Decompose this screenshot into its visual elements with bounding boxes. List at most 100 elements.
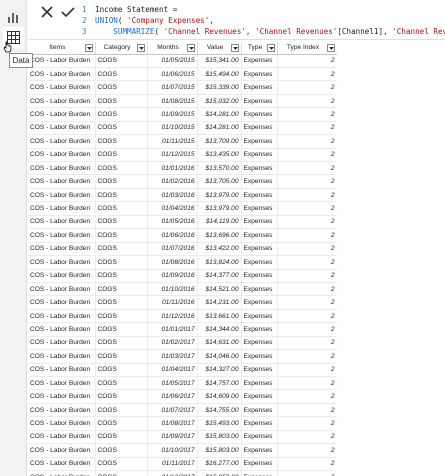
column-filter-button[interactable] bbox=[84, 44, 93, 52]
table-cell: 2 bbox=[277, 457, 337, 472]
table-cell: $14,609.00 bbox=[197, 389, 242, 404]
table-row[interactable]: COS - Labor Burden COGS 01/05/2017 $14,757.… bbox=[28, 376, 337, 391]
table-row[interactable]: COS - Labor Burden COGS 01/09/2015 $14,281.… bbox=[28, 107, 337, 122]
table-row[interactable]: COS - Labor Burden COGS 01/10/2017 $15,803.… bbox=[28, 443, 337, 458]
table-cell: 01/07/2015 bbox=[147, 80, 198, 95]
dax-formula-editor[interactable]: 1 Income Statement = 2 UNION( 'Company Expe… bbox=[82, 4, 445, 37]
table-cell: COGS bbox=[95, 470, 148, 476]
column-header[interactable]: Type bbox=[241, 42, 278, 55]
table-cell: 01/09/2016 bbox=[147, 269, 198, 283]
table-cell: 2 bbox=[277, 363, 337, 378]
table-row[interactable]: COS - Labor Burden COGS 01/09/2016 $14,377.… bbox=[28, 269, 337, 283]
commit-formula-button[interactable] bbox=[60, 5, 76, 19]
dax-text: ( bbox=[117, 16, 128, 25]
table-cell: COGS bbox=[95, 54, 148, 68]
table-row[interactable]: COS - Labor Burden COGS 01/01/2017 $14,344.… bbox=[28, 322, 337, 337]
table-row[interactable]: COS - Labor Burden COGS 01/03/2017 $14,046.… bbox=[28, 349, 337, 364]
table-row[interactable]: COS - Labor Burden COGS 01/03/2016 $13,979.… bbox=[28, 188, 337, 203]
column-header[interactable]: Items bbox=[28, 42, 96, 55]
table-cell: $14,521.00 bbox=[197, 282, 242, 297]
table-cell: 2 bbox=[277, 322, 337, 337]
table-row[interactable]: COS - Labor Burden COGS 01/04/2016 $13,979.… bbox=[28, 201, 337, 216]
table-row[interactable]: COS - Labor Burden COGS 01/07/2015 $15,339.… bbox=[28, 80, 337, 95]
table-row[interactable]: COS - Labor Burden COGS 01/08/2016 $13,824.… bbox=[28, 255, 337, 270]
table-row[interactable]: COS - Labor Burden COGS 01/10/2015 $14,281.… bbox=[28, 121, 337, 136]
table-cell: 01/07/2017 bbox=[147, 403, 198, 418]
table-cell: COS - Labor Burden bbox=[28, 228, 96, 243]
column-filter-button[interactable] bbox=[186, 44, 195, 52]
table-row[interactable]: COS - Labor Burden COGS 01/08/2017 $15,493.… bbox=[28, 416, 337, 431]
close-icon bbox=[41, 6, 53, 18]
table-cell: COGS bbox=[95, 80, 148, 95]
table-cell: 01/05/2015 bbox=[147, 54, 198, 68]
table-row[interactable]: COS - Labor Burden COGS 01/04/2017 $14,327.… bbox=[28, 363, 337, 378]
table-cell: COGS bbox=[95, 322, 148, 337]
table-cell: $14,344.00 bbox=[197, 322, 242, 337]
table-cell: $15,494.00 bbox=[197, 67, 242, 82]
table-row[interactable]: COS - Labor BurdenCOGS01/12/2017$15,952.… bbox=[28, 470, 337, 476]
table-row[interactable]: COS - Labor Burden COGS 01/11/2015 $13,709.… bbox=[28, 134, 337, 149]
table-cell: Expenses bbox=[241, 188, 278, 203]
table-cell: $13,661.00 bbox=[197, 309, 242, 324]
table-cell: $13,422.00 bbox=[197, 242, 242, 257]
data-view-tooltip: Data bbox=[9, 53, 33, 68]
column-filter-button[interactable] bbox=[326, 44, 335, 52]
table-cell: 01/09/2015 bbox=[147, 107, 198, 122]
table-row[interactable]: COS - Labor Burden COGS 01/02/2017 $14,631.… bbox=[28, 336, 337, 351]
table-cell: COS - Labor Burden bbox=[28, 121, 96, 136]
table-cell: Expenses bbox=[241, 309, 278, 324]
column-header-label: Months bbox=[157, 44, 179, 52]
table-row[interactable]: COS - Labor Burden COGS 01/06/2017 $14,609.… bbox=[28, 389, 337, 404]
column-filter-button[interactable] bbox=[266, 44, 275, 52]
table-row[interactable]: COS - Labor Burden COGS 01/05/2015 $15,341.… bbox=[28, 54, 337, 68]
table-cell: COS - Labor Burden bbox=[28, 389, 96, 404]
column-header-label: Type bbox=[247, 44, 263, 52]
table-row[interactable]: COS - Labor Burden COGS 01/12/2015 $13,435.… bbox=[28, 148, 337, 163]
dax-string: 'Channel Revenue bbox=[392, 27, 445, 36]
table-row[interactable]: COS - Labor Burden COGS 01/12/2016 $13,661.… bbox=[28, 309, 337, 324]
table-cell: 2 bbox=[277, 309, 337, 324]
table-row[interactable]: COS - Labor Burden COGS 01/01/2016 $13,570.… bbox=[28, 161, 337, 176]
table-row[interactable]: COS - Labor Burden COGS 01/11/2017 $16,277.… bbox=[28, 457, 337, 472]
cancel-formula-button[interactable] bbox=[39, 5, 55, 19]
table-row[interactable]: COS - Labor Burden COGS 01/06/2016 $13,696.… bbox=[28, 228, 337, 243]
table-row[interactable]: COS - Labor Burden COGS 01/10/2016 $14,521.… bbox=[28, 282, 337, 297]
table-cell: COS - Labor Burden bbox=[28, 80, 96, 95]
table-header-row: Items Category Months Value Type Type Index bbox=[28, 42, 337, 55]
table-row[interactable]: COS - Labor Burden COGS 01/05/2016 $14,119.… bbox=[28, 215, 337, 230]
table-cell: COGS bbox=[95, 403, 148, 418]
table-cell: Expenses bbox=[241, 148, 278, 163]
table-cell: $13,705.00 bbox=[197, 174, 242, 189]
table-row[interactable]: COS - Labor Burden COGS 01/07/2016 $13,422.… bbox=[28, 242, 337, 257]
table-cell: $15,339.00 bbox=[197, 80, 242, 95]
column-header[interactable]: Type Index bbox=[277, 42, 337, 55]
table-row[interactable]: COS - Labor Burden COGS 01/02/2016 $13,705.… bbox=[28, 174, 337, 189]
column-header[interactable]: Months bbox=[147, 42, 198, 55]
table-row[interactable]: COS - Labor Burden COGS 01/08/2015 $15,032.… bbox=[28, 94, 337, 109]
table-cell: $14,281.00 bbox=[197, 107, 242, 122]
table-cell: 01/08/2016 bbox=[147, 255, 198, 270]
column-header[interactable]: Category bbox=[95, 42, 148, 55]
table-cell: 01/12/2015 bbox=[147, 148, 198, 163]
table-cell: COGS bbox=[95, 376, 148, 391]
report-view-button[interactable] bbox=[3, 7, 24, 28]
table-cell: 2 bbox=[277, 107, 337, 122]
table-cell: 2 bbox=[277, 349, 337, 364]
table-cell: COS - Labor Burden bbox=[28, 349, 96, 364]
table-row[interactable]: COS - Labor Burden COGS 01/09/2017 $15,803.… bbox=[28, 430, 337, 445]
table-cell: COGS bbox=[95, 148, 148, 163]
table-cell: 2 bbox=[277, 148, 337, 163]
column-filter-button[interactable] bbox=[136, 44, 145, 52]
column-filter-button[interactable] bbox=[230, 44, 239, 52]
table-cell: COGS bbox=[95, 188, 148, 203]
table-row[interactable]: COS - Labor Burden COGS 01/11/2016 $14,231.… bbox=[28, 295, 337, 310]
column-header[interactable]: Value bbox=[197, 42, 242, 55]
table-cell: COS - Labor Burden bbox=[28, 134, 96, 149]
table-cell: 2 bbox=[277, 416, 337, 431]
table-row[interactable]: COS - Labor Burden COGS 01/07/2017 $14,755.… bbox=[28, 403, 337, 418]
formula-line: 3 SUMMARIZE( 'Channel Revenues', 'Channe… bbox=[82, 26, 445, 37]
table-cell: 01/06/2016 bbox=[147, 228, 198, 243]
table-row[interactable]: COS - Labor Burden COGS 01/06/2015 $15,494.… bbox=[28, 67, 337, 82]
dax-text: , bbox=[245, 27, 256, 36]
table-cell: COS - Labor Burden bbox=[28, 309, 96, 324]
